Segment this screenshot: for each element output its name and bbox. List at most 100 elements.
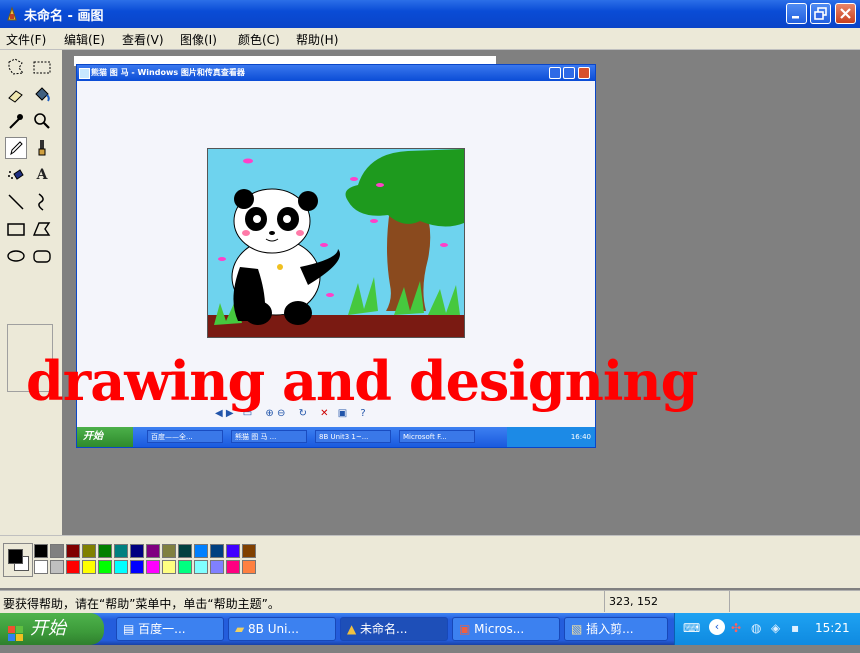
taskbar-item-paint[interactable]: ▲ 未命名... xyxy=(340,617,448,641)
viewer-minimize-icon xyxy=(549,67,561,79)
menu-bar: 文件(F) 编辑(E) 查看(V) 图像(I) 颜色(C) 帮助(H) xyxy=(0,28,860,50)
rounded-rectangle-icon[interactable] xyxy=(31,245,53,267)
network-icon[interactable]: ✣ xyxy=(731,621,741,635)
palette-swatch[interactable] xyxy=(162,544,176,558)
clip-icon: ▧ xyxy=(571,622,587,636)
taskbar-item-baidu[interactable]: ▤ 百度一... xyxy=(116,617,224,641)
menu-image[interactable]: 图像(I) xyxy=(180,31,217,48)
restore-icon xyxy=(814,7,827,20)
pencil-icon[interactable] xyxy=(5,137,27,159)
taskbar-item-insert-clip[interactable]: ▧ 插入剪... xyxy=(564,617,668,641)
connection-icon[interactable]: ◈ xyxy=(771,621,780,635)
taskbar: 开始 ▤ 百度一... ▰ 8B Uni... ▲ 未命名... ▣ Micro… xyxy=(0,613,860,645)
taskbar-item-powerpoint[interactable]: ▣ Micros... xyxy=(452,617,560,641)
viewer-task: 熊猫 图 马 ... xyxy=(231,430,307,443)
panda-picture xyxy=(207,148,465,338)
rect-select-icon[interactable] xyxy=(31,56,53,78)
palette-swatch[interactable] xyxy=(66,560,80,574)
palette-swatch[interactable] xyxy=(50,560,64,574)
palette-swatch[interactable] xyxy=(194,560,208,574)
curve-icon[interactable] xyxy=(31,191,53,213)
palette-swatch[interactable] xyxy=(114,560,128,574)
palette-swatch[interactable] xyxy=(34,560,48,574)
viewer-maximize-icon xyxy=(563,67,575,79)
clock: 15:21 xyxy=(815,621,850,635)
palette-swatch[interactable] xyxy=(242,544,256,558)
taskbar-item-folder[interactable]: ▰ 8B Uni... xyxy=(228,617,336,641)
palette-swatch[interactable] xyxy=(82,544,96,558)
chevron-left-icon[interactable]: ‹ xyxy=(709,619,725,635)
window-title: 未命名 - 画图 xyxy=(24,9,104,24)
polygon-icon[interactable] xyxy=(31,218,53,240)
viewer-title-bar: 熊猫 图 马 - Windows 图片和传真查看器 xyxy=(77,65,595,81)
foreground-color-swatch xyxy=(8,549,23,564)
palette-swatch[interactable] xyxy=(98,544,112,558)
menu-colors[interactable]: 颜色(C) xyxy=(238,31,280,48)
viewer-tray: 16:40 xyxy=(507,427,595,447)
close-icon xyxy=(840,8,851,19)
palette-swatch[interactable] xyxy=(226,544,240,558)
viewer-app-icon xyxy=(79,68,90,79)
color-palette-bar xyxy=(0,535,860,588)
status-bar: 要获得帮助，请在“帮助”菜单中，单击“帮助主题”。 323, 152 xyxy=(0,590,860,613)
monitor-icon[interactable]: ▪ xyxy=(791,621,799,635)
palette-swatch[interactable] xyxy=(146,560,160,574)
eraser-icon[interactable] xyxy=(5,83,27,105)
magnifier-icon[interactable] xyxy=(31,110,53,132)
line-icon[interactable] xyxy=(5,191,27,213)
palette-swatch[interactable] xyxy=(130,544,144,558)
rectangle-icon[interactable] xyxy=(5,218,27,240)
color-picker-icon[interactable] xyxy=(5,110,27,132)
viewer-task: Microsoft F... xyxy=(399,430,475,443)
free-select-icon[interactable] xyxy=(5,56,27,78)
palette-swatch[interactable] xyxy=(146,544,160,558)
palette-swatch[interactable] xyxy=(194,544,208,558)
palette-swatch[interactable] xyxy=(114,544,128,558)
minimize-icon xyxy=(792,16,799,19)
palette-swatch[interactable] xyxy=(130,560,144,574)
ellipse-icon[interactable] xyxy=(5,245,27,267)
paint-app-icon xyxy=(5,6,19,21)
keyboard-icon[interactable]: ⌨ xyxy=(683,621,700,635)
folder-icon: ▰ xyxy=(235,622,249,636)
powerpoint-icon: ▣ xyxy=(459,622,475,636)
restore-button[interactable] xyxy=(810,3,831,24)
palette-swatch[interactable] xyxy=(178,544,192,558)
viewer-task: 8B Unit3 1~... xyxy=(315,430,391,443)
menu-view[interactable]: 查看(V) xyxy=(122,31,164,48)
windows-logo-icon xyxy=(8,621,24,641)
system-tray: ⌨ ‹ ✣ ◍ ◈ ▪ 15:21 xyxy=(674,613,860,645)
palette-swatch[interactable] xyxy=(82,560,96,574)
palette-swatch[interactable] xyxy=(34,544,48,558)
title-bar[interactable]: 未命名 - 画图 xyxy=(0,0,860,28)
start-button[interactable]: 开始 xyxy=(0,613,104,645)
palette-swatch[interactable] xyxy=(210,544,224,558)
palette-swatch[interactable] xyxy=(98,560,112,574)
viewer-close-icon xyxy=(578,67,590,79)
fill-bucket-icon[interactable] xyxy=(31,83,53,105)
menu-edit[interactable]: 编辑(E) xyxy=(64,31,105,48)
menu-help[interactable]: 帮助(H) xyxy=(296,31,338,48)
close-button[interactable] xyxy=(835,3,856,24)
text-tool-icon[interactable]: A xyxy=(31,164,53,186)
palette-swatch[interactable] xyxy=(210,560,224,574)
viewer-taskbar: 开始 百度——全... 熊猫 图 马 ... 8B Unit3 1~... Mi… xyxy=(77,427,595,447)
airbrush-icon[interactable] xyxy=(5,164,27,186)
tool-box: A xyxy=(0,50,62,535)
palette-swatch[interactable] xyxy=(162,560,176,574)
minimize-button[interactable] xyxy=(786,3,807,24)
viewer-title: 熊猫 图 马 - Windows 图片和传真查看器 xyxy=(91,68,245,77)
palette-swatch[interactable] xyxy=(66,544,80,558)
start-label: 开始 xyxy=(30,618,66,639)
globe-icon[interactable]: ◍ xyxy=(751,621,761,635)
paint-icon: ▲ xyxy=(347,622,361,636)
panda-drawing xyxy=(208,149,464,337)
current-colors[interactable] xyxy=(3,543,33,577)
palette-swatch[interactable] xyxy=(226,560,240,574)
viewer-start-button: 开始 xyxy=(77,427,133,447)
brush-icon[interactable] xyxy=(31,137,53,159)
palette-swatch[interactable] xyxy=(178,560,192,574)
palette-swatch[interactable] xyxy=(242,560,256,574)
palette-swatch[interactable] xyxy=(50,544,64,558)
menu-file[interactable]: 文件(F) xyxy=(6,31,46,48)
